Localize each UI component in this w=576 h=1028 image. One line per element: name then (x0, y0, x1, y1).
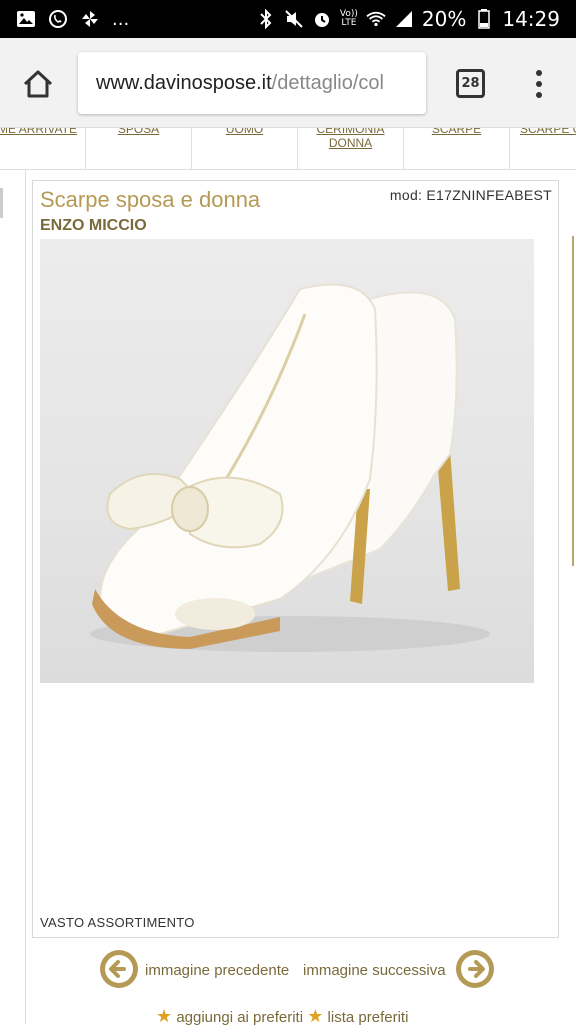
more-notifications: ... (112, 8, 130, 30)
home-icon (23, 70, 53, 98)
url-host: www.davinospose.it (96, 71, 272, 94)
next-image-link[interactable]: immagine successiva (303, 962, 446, 979)
nav-label: CERIMONIA DONNA (316, 128, 385, 150)
volte-indicator: Vo)) LTE (340, 10, 358, 28)
signal-icon (394, 9, 414, 29)
star-icon: ★ (307, 1006, 324, 1026)
gallery-icon (16, 9, 36, 29)
nav-label: UOMO (225, 128, 264, 136)
alarm-icon (312, 9, 332, 29)
favorites-bar: ★ aggiungi ai preferiti ★ lista preferit… (156, 1006, 408, 1028)
product-title: Scarpe sposa e donna (40, 187, 261, 212)
add-to-favorites-link[interactable]: aggiungi ai preferiti (176, 1009, 303, 1026)
arrow-right-icon (461, 955, 489, 983)
next-arrow-button[interactable] (456, 950, 494, 988)
status-bar: ... Vo)) LTE 20% 14:29 (0, 0, 576, 38)
mute-icon (284, 9, 304, 29)
address-bar[interactable]: www.davinospose.it/dettaglio/col (78, 52, 426, 114)
product-description: VASTO ASSORTIMENTO (40, 915, 195, 930)
browser-toolbar: www.davinospose.it/dettaglio/col 28 (0, 38, 576, 128)
nav-item-sposa[interactable]: SPOSA (86, 128, 192, 169)
pinwheel-icon (80, 9, 100, 29)
url-path: /dettaglio/col (271, 71, 384, 94)
prev-arrow-button[interactable] (100, 950, 138, 988)
product-brand: ENZO MICCIO (40, 217, 147, 234)
nav-item-cerimonia-donna[interactable]: CERIMONIA DONNA (298, 128, 404, 169)
overflow-menu-button[interactable] (532, 66, 546, 102)
nav-item-scarpe[interactable]: SCARPE (404, 128, 510, 169)
favorites-list-link[interactable]: lista preferiti (328, 1009, 409, 1026)
site-navigation: ME ARRIVATE SPOSA UOMO CERIMONIA DONNA S… (0, 128, 576, 170)
tab-switcher-button[interactable]: 28 (456, 69, 485, 98)
nav-item-scarpe-c[interactable]: SCARPE C (510, 128, 576, 169)
clock: 14:29 (502, 7, 560, 31)
nav-item-new-arrivals[interactable]: ME ARRIVATE (0, 128, 86, 169)
nav-label: SCARPE (431, 128, 482, 136)
battery-percent: 20% (421, 7, 467, 31)
bluetooth-icon (256, 9, 276, 29)
left-sidebar-edge (0, 170, 26, 1024)
prev-image-link[interactable]: immagine precedente (145, 962, 289, 979)
whatsapp-icon (48, 9, 68, 29)
image-pager: immagine precedente immagine successiva (100, 950, 500, 990)
nav-item-uomo[interactable]: UOMO (192, 128, 298, 169)
product-card: Scarpe sposa e donna mod: E17ZNINFEABEST… (32, 180, 559, 938)
system-icons: Vo)) LTE 20% 14:29 (256, 7, 560, 31)
nav-label: ME ARRIVATE (0, 128, 77, 136)
product-model: mod: E17ZNINFEABEST (389, 187, 552, 203)
lte-label: LTE (341, 18, 357, 28)
battery-icon (474, 9, 494, 29)
home-button[interactable] (20, 66, 56, 102)
shoe-illustration (90, 283, 490, 652)
product-image[interactable] (40, 239, 534, 683)
star-icon: ★ (156, 1006, 173, 1026)
wifi-icon (366, 9, 386, 29)
arrow-left-icon (105, 955, 133, 983)
nav-label: SPOSA (117, 128, 160, 136)
notification-icons: ... (16, 9, 129, 30)
right-sidebar-edge (572, 236, 576, 566)
nav-label: SCARPE C (520, 128, 576, 136)
